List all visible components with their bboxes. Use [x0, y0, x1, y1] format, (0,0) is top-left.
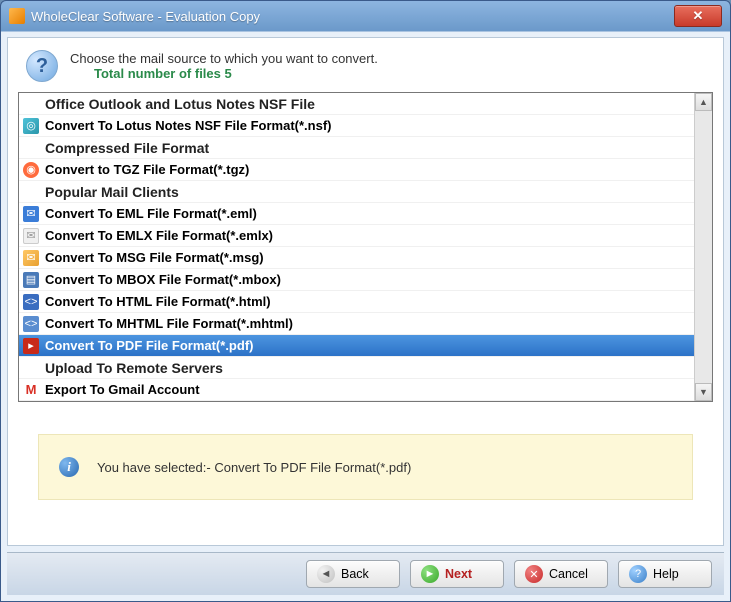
close-button[interactable]: ✕ — [674, 5, 722, 27]
list-item[interactable]: ▸ Convert To PDF File Format(*.pdf) — [19, 335, 694, 357]
content-area: ? Choose the mail source to which you wa… — [7, 37, 724, 546]
button-bar: ◄ Back ► Next ✕ Cancel ? Help — [7, 552, 724, 595]
app-icon — [9, 8, 25, 24]
list-item[interactable]: ✉ Convert To MSG File Format(*.msg) — [19, 247, 694, 269]
back-label: Back — [341, 567, 369, 581]
cancel-label: Cancel — [549, 567, 588, 581]
titlebar: WholeClear Software - Evaluation Copy ✕ — [1, 1, 730, 31]
list-item[interactable]: ◉ Convert to TGZ File Format(*.tgz) — [19, 159, 694, 181]
row-label: Upload To Remote Servers — [45, 360, 223, 376]
scroll-up-button[interactable]: ▲ — [695, 93, 712, 111]
file-count-text: Total number of files 5 — [94, 66, 378, 81]
back-button[interactable]: ◄ Back — [306, 560, 400, 588]
html-icon: <> — [23, 294, 39, 310]
row-label: Convert To HTML File Format(*.html) — [45, 294, 271, 309]
list-item[interactable]: ◎ Convert To Lotus Notes NSF File Format(… — [19, 115, 694, 137]
row-label: Convert To MBOX File Format(*.mbox) — [45, 272, 281, 287]
nsf-icon: ◎ — [23, 118, 39, 134]
info-panel: i You have selected:- Convert To PDF Fil… — [38, 434, 693, 500]
cancel-x-icon: ✕ — [525, 565, 543, 583]
info-icon: i — [59, 457, 79, 477]
row-label: Convert To EMLX File Format(*.emlx) — [45, 228, 273, 243]
format-list-container: Office Outlook and Lotus Notes NSF File ◎… — [18, 92, 713, 402]
list-item[interactable]: <> Convert To MHTML File Format(*.mhtml) — [19, 313, 694, 335]
list-item[interactable]: M Export To Gmail Account — [19, 379, 694, 401]
help-question-icon: ? — [629, 565, 647, 583]
format-list[interactable]: Office Outlook and Lotus Notes NSF File ◎… — [19, 93, 694, 401]
emlx-icon: ✉ — [23, 228, 39, 244]
row-label: Export To Gmail Account — [45, 382, 200, 397]
list-group-header: Compressed File Format — [19, 137, 694, 159]
header-row: ? Choose the mail source to which you wa… — [18, 46, 713, 92]
window-title: WholeClear Software - Evaluation Copy — [31, 9, 260, 24]
list-group-header: Popular Mail Clients — [19, 181, 694, 203]
pdf-icon: ▸ — [23, 338, 39, 354]
instruction-text: Choose the mail source to which you want… — [70, 51, 378, 66]
question-icon: ? — [26, 50, 58, 82]
row-label: Popular Mail Clients — [45, 184, 179, 200]
list-item[interactable]: ✉ Convert To EMLX File Format(*.emlx) — [19, 225, 694, 247]
back-arrow-icon: ◄ — [317, 565, 335, 583]
scroll-down-button[interactable]: ▼ — [695, 383, 712, 401]
scrollbar[interactable]: ▲ ▼ — [694, 93, 712, 401]
row-label: Convert to TGZ File Format(*.tgz) — [45, 162, 249, 177]
mbox-icon: ▤ — [23, 272, 39, 288]
row-label: Convert To Lotus Notes NSF File Format(*… — [45, 118, 332, 133]
next-arrow-icon: ► — [421, 565, 439, 583]
msg-icon: ✉ — [23, 250, 39, 266]
selection-text: You have selected:- Convert To PDF File … — [97, 460, 411, 475]
close-icon: ✕ — [693, 8, 704, 24]
list-item[interactable]: ✉ Convert To EML File Format(*.eml) — [19, 203, 694, 225]
eml-icon: ✉ — [23, 206, 39, 222]
list-item[interactable]: <> Convert To HTML File Format(*.html) — [19, 291, 694, 313]
list-group-header: Upload To Remote Servers — [19, 357, 694, 379]
scroll-track[interactable] — [695, 111, 712, 383]
row-label: Convert To PDF File Format(*.pdf) — [45, 338, 253, 353]
next-button[interactable]: ► Next — [410, 560, 504, 588]
list-group-header: Office Outlook and Lotus Notes NSF File — [19, 93, 694, 115]
row-label: Convert To EML File Format(*.eml) — [45, 206, 257, 221]
list-item[interactable]: ▤ Convert To MBOX File Format(*.mbox) — [19, 269, 694, 291]
row-label: Convert To MSG File Format(*.msg) — [45, 250, 264, 265]
main-window: WholeClear Software - Evaluation Copy ✕ … — [0, 0, 731, 602]
gmail-icon: M — [23, 382, 39, 398]
cancel-button[interactable]: ✕ Cancel — [514, 560, 608, 588]
mhtml-icon: <> — [23, 316, 39, 332]
next-label: Next — [445, 567, 472, 581]
row-label: Compressed File Format — [45, 140, 209, 156]
row-label: Office Outlook and Lotus Notes NSF File — [45, 96, 315, 112]
help-label: Help — [653, 567, 679, 581]
help-button[interactable]: ? Help — [618, 560, 712, 588]
row-label: Convert To MHTML File Format(*.mhtml) — [45, 316, 293, 331]
tgz-icon: ◉ — [23, 162, 39, 178]
